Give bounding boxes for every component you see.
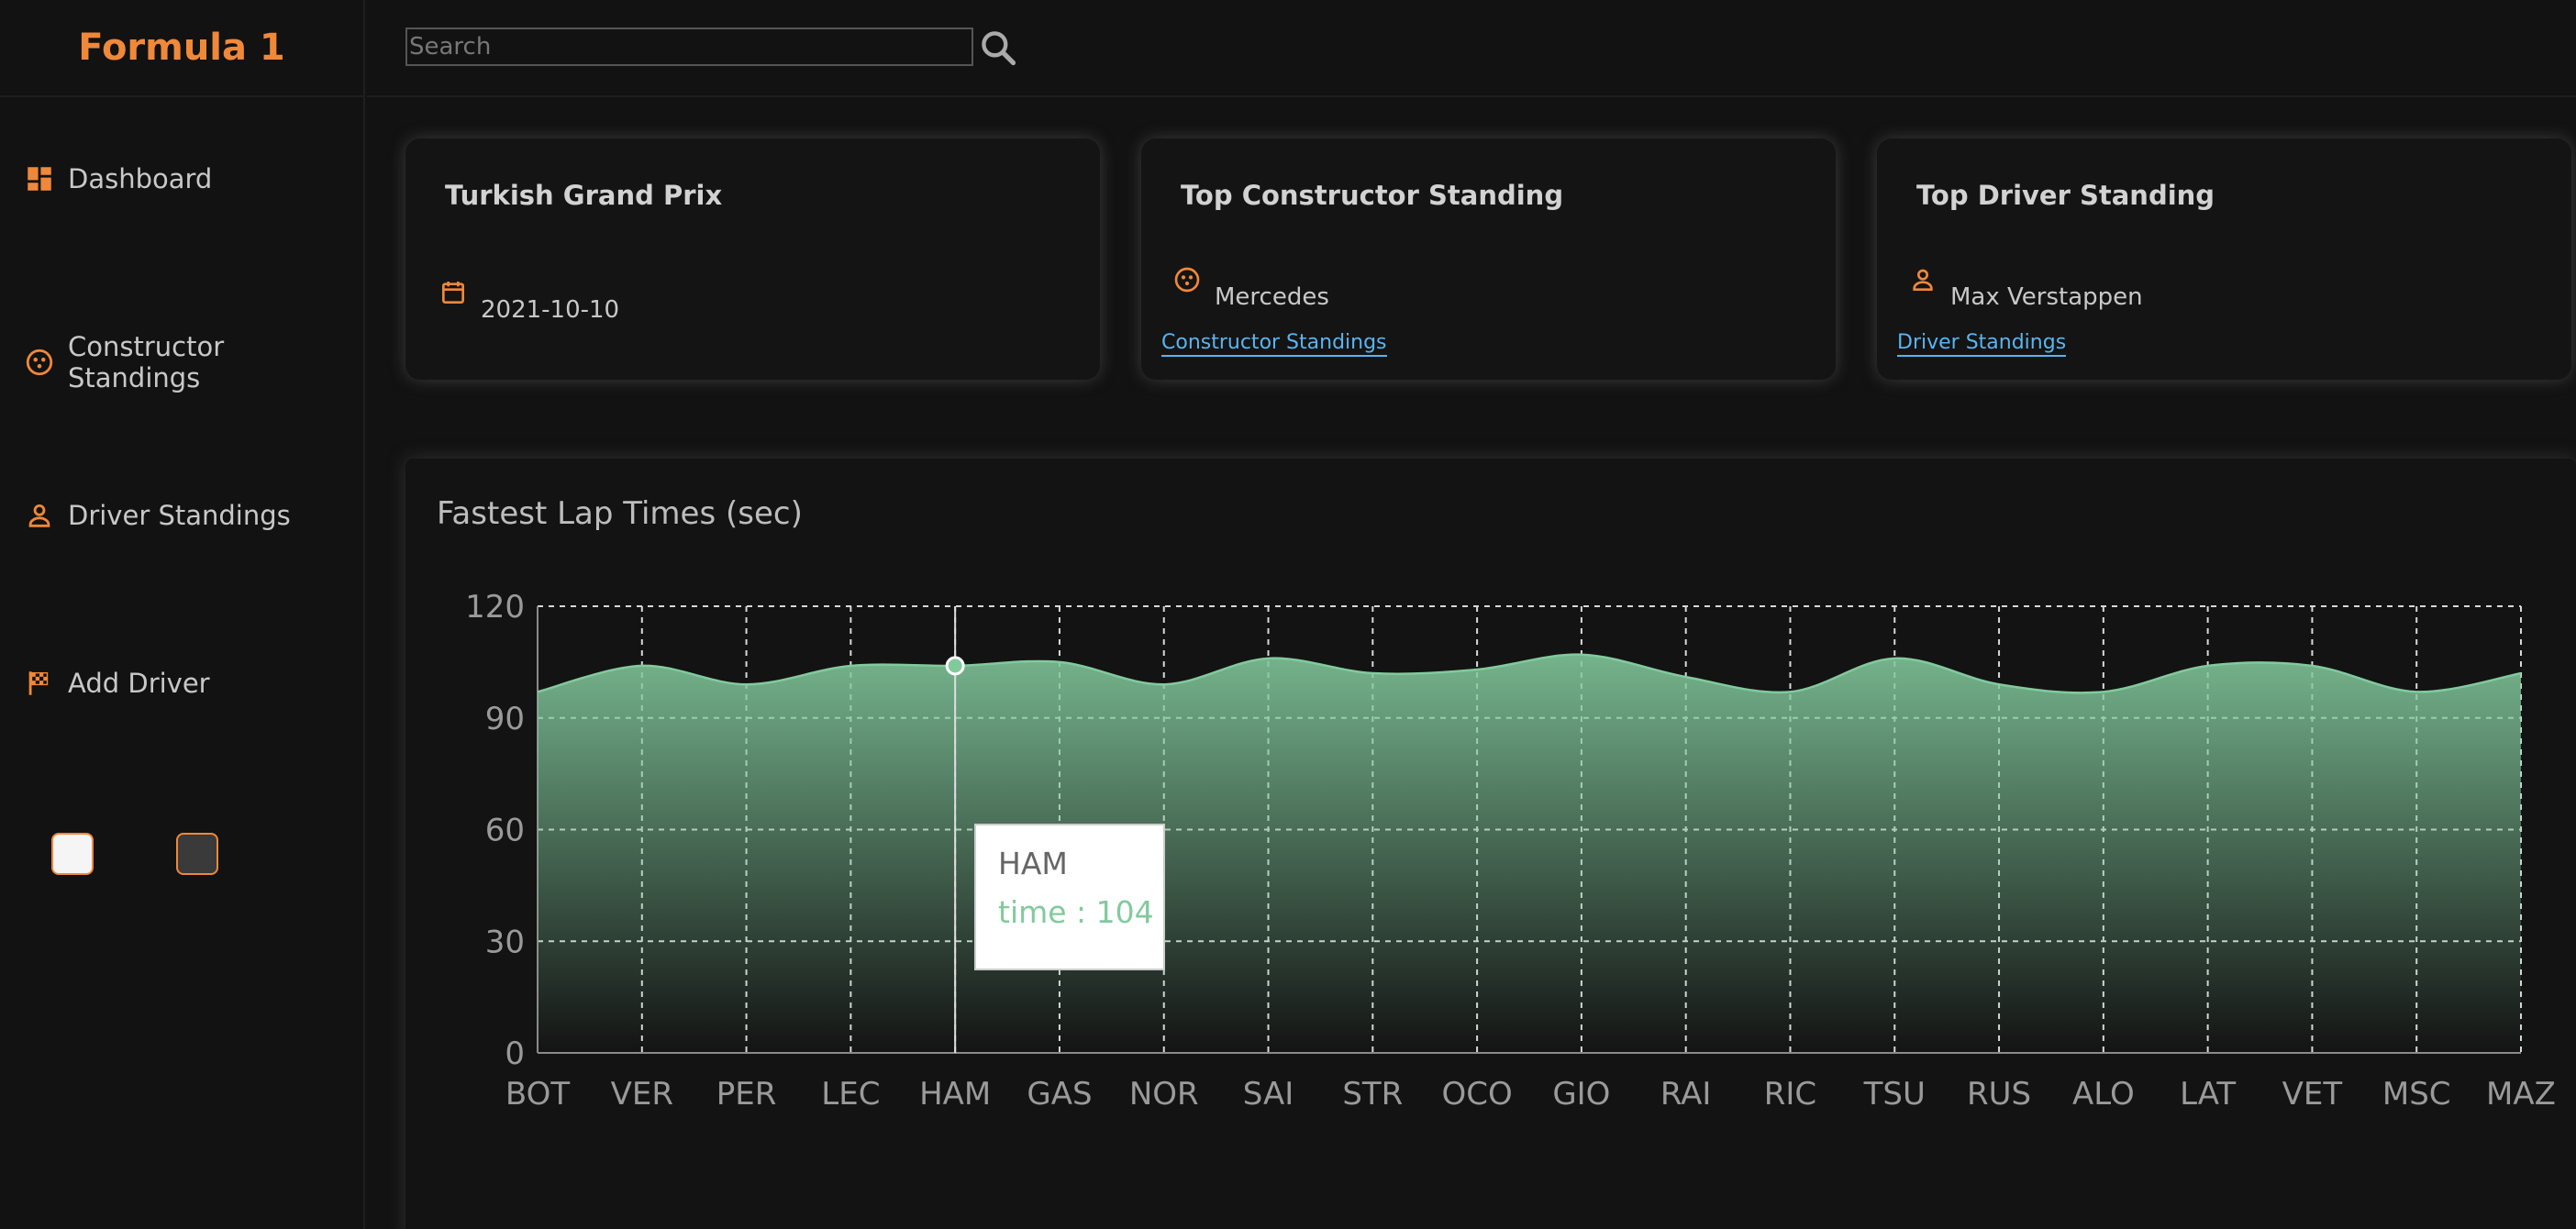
race-date-row: 2021-10-10 xyxy=(439,278,619,324)
top-constructor-name: Mercedes xyxy=(1215,283,1329,311)
tooltip-separator: : xyxy=(1066,894,1096,930)
x-tick-label: TSU xyxy=(1863,1076,1926,1113)
tooltip-value: 104 xyxy=(1095,894,1154,930)
top-bar xyxy=(367,0,2576,97)
x-tick-label: RAI xyxy=(1660,1076,1712,1113)
y-tick-label: 0 xyxy=(505,1035,525,1072)
y-tick-label: 90 xyxy=(485,701,525,737)
checkered-flag-icon xyxy=(24,668,55,699)
x-tick-label: NOR xyxy=(1129,1076,1199,1113)
x-tick-label: SAI xyxy=(1243,1076,1294,1113)
sidebar-item-add-driver[interactable]: Add Driver xyxy=(24,668,210,699)
race-card: Turkish Grand Prix 2021-10-10 xyxy=(405,138,1100,380)
search-input[interactable] xyxy=(405,28,973,66)
driver-value-row: Max Verstappen xyxy=(1908,265,2143,311)
x-tick-label: GAS xyxy=(1027,1076,1092,1113)
driver-card: Top Driver Standing Max Verstappen Drive… xyxy=(1877,138,2571,380)
dashboard-icon xyxy=(24,163,55,194)
y-tick-label: 60 xyxy=(485,813,525,849)
x-tick-label: MSC xyxy=(2382,1076,2451,1113)
sidebar-item-label: Driver Standings xyxy=(68,500,291,531)
app-title: Formula 1 xyxy=(0,0,363,97)
chart-tooltip: HAM time : 104 xyxy=(974,824,1165,970)
x-tick-label: LAT xyxy=(2180,1076,2236,1113)
x-tick-label: STR xyxy=(1342,1076,1403,1113)
driver-standings-link[interactable]: Driver Standings xyxy=(1897,331,2067,358)
constructor-card: Top Constructor Standing Mercedes Constr… xyxy=(1141,138,1836,380)
y-tick-label: 30 xyxy=(485,924,525,960)
x-tick-label: GIO xyxy=(1552,1076,1610,1113)
lap-times-chart-card: Fastest Lap Times (sec) BOT VER PER LEC HAM G… xyxy=(405,459,2576,1229)
constructor-value-row: Mercedes xyxy=(1172,265,1329,311)
sidebar-item-dashboard[interactable]: Dashboard xyxy=(24,163,212,194)
x-tick-label: MAZ xyxy=(2486,1076,2556,1113)
tooltip-series-label: time xyxy=(998,894,1067,930)
lap-times-chart: BOT VER PER LEC HAM GAS NOR SAI STR OCO GIO RAI RIC T… xyxy=(465,589,2556,1113)
sidebar-item-label: Dashboard xyxy=(68,163,213,194)
constructor-icon xyxy=(24,347,55,378)
x-tick-label: LEC xyxy=(821,1076,880,1113)
constructor-standings-link[interactable]: Constructor Standings xyxy=(1161,331,1387,358)
tooltip-value-row: time : 104 xyxy=(998,894,1163,930)
tooltip-category: HAM xyxy=(998,846,1068,881)
driver-card-title: Top Driver Standing xyxy=(1916,180,2215,211)
person-icon xyxy=(1908,265,1938,294)
sidebar-item-driver-standings[interactable]: Driver Standings xyxy=(24,500,291,531)
x-tick-label: PER xyxy=(716,1076,777,1113)
constructor-card-title: Top Constructor Standing xyxy=(1181,180,1564,211)
sidebar-item-constructor-standings[interactable]: Constructor Standings xyxy=(24,331,363,393)
race-date: 2021-10-10 xyxy=(481,296,620,324)
person-icon xyxy=(24,500,55,531)
sidebar: Formula 1 Dashboard Constructor Standing… xyxy=(0,0,365,1229)
search-icon[interactable] xyxy=(978,28,1018,68)
race-card-title: Turkish Grand Prix xyxy=(445,180,723,211)
x-tick-label: RUS xyxy=(1967,1076,2031,1113)
x-tick-label: HAM xyxy=(919,1076,991,1113)
constructor-icon xyxy=(1172,265,1202,294)
sidebar-item-label: Add Driver xyxy=(68,668,210,699)
x-tick-label: ALO xyxy=(2072,1076,2135,1113)
calendar-icon xyxy=(439,278,468,307)
x-tick-label: OCO xyxy=(1441,1076,1512,1113)
x-tick-label: RIC xyxy=(1764,1076,1816,1113)
series-area-fill xyxy=(538,654,2521,1053)
x-tick-label: VER xyxy=(611,1076,673,1113)
light-theme-button[interactable] xyxy=(51,833,94,875)
y-tick-label: 120 xyxy=(465,589,525,626)
sidebar-item-label: Constructor Standings xyxy=(68,331,225,393)
app: Formula 1 Dashboard Constructor Standing… xyxy=(0,0,2576,1229)
top-driver-name: Max Verstappen xyxy=(1950,283,2143,311)
x-tick-label: BOT xyxy=(505,1076,570,1113)
x-tick-label: VET xyxy=(2282,1076,2343,1113)
active-data-point[interactable] xyxy=(945,656,965,676)
dark-theme-button[interactable] xyxy=(176,833,218,875)
